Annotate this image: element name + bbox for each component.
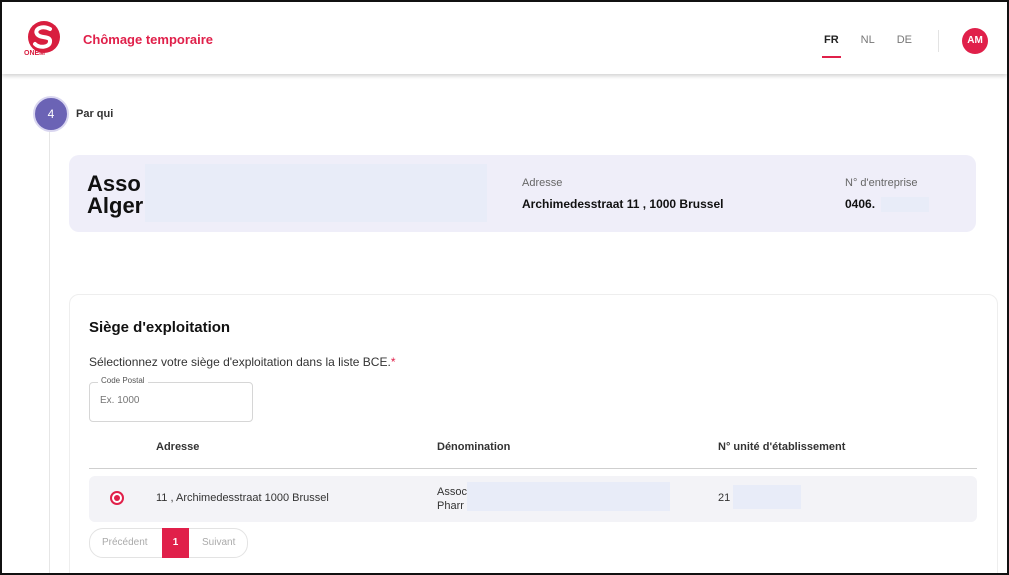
page-1-button[interactable]: 1 — [162, 528, 189, 558]
lang-fr[interactable]: FR — [822, 34, 841, 58]
header: ONEM Chômage temporaire FR NL DE AM — [2, 2, 1007, 74]
logo-text: ONEM — [24, 50, 45, 57]
postal-code-input[interactable] — [100, 395, 240, 406]
enterprise-number-value: 0406. — [845, 197, 876, 211]
user-avatar[interactable]: AM — [962, 28, 988, 54]
lang-de[interactable]: DE — [897, 34, 912, 54]
postal-code-label: Code Postal — [98, 376, 148, 385]
instructions-label: Sélectionnez votre siège d'exploitation … — [89, 355, 391, 369]
address-label: Adresse — [522, 177, 563, 189]
enterprise-number-label: N° d'entreprise — [845, 177, 918, 189]
app-window: ONEM Chômage temporaire FR NL DE AM 4 Pa… — [0, 0, 1009, 575]
company-name: Asso Alger — [87, 173, 147, 217]
row-select-radio[interactable] — [110, 491, 124, 505]
app-title: Chômage temporaire — [83, 32, 214, 47]
row-denomination: Assoc Pharr — [437, 485, 467, 513]
company-summary-card: Asso Alger Adresse Archimedesstraat 11 ,… — [69, 155, 976, 232]
table-header-divider — [89, 468, 977, 469]
language-switcher: FR NL DE — [822, 34, 934, 58]
column-header-unit-number: N° unité d'établissement — [718, 441, 846, 453]
next-page-button[interactable]: Suivant — [202, 537, 235, 548]
operating-site-section: Siège d'exploitation Sélectionnez votre … — [69, 294, 998, 573]
onem-logo[interactable]: ONEM — [20, 20, 68, 62]
row-unit-number: 21 — [718, 492, 731, 504]
step-connector-line — [49, 127, 50, 573]
table-row[interactable]: 11 , Archimedesstraat 1000 Brussel Assoc… — [89, 476, 977, 522]
instructions-text: Sélectionnez votre siège d'exploitation … — [89, 355, 395, 369]
row-denomination-line2: Pharr — [437, 500, 464, 512]
section-title: Siège d'exploitation — [89, 319, 231, 336]
column-header-denomination: Dénomination — [437, 441, 511, 453]
redacted-unit-number — [733, 485, 801, 509]
company-name-line2: Alger — [87, 193, 144, 218]
redacted-denomination — [467, 482, 670, 511]
header-divider — [938, 30, 939, 52]
postal-code-field[interactable]: Code Postal — [89, 376, 253, 422]
row-denomination-line1: Assoc — [437, 486, 467, 498]
redacted-company-name — [145, 164, 487, 222]
step-label: Par qui — [76, 108, 114, 120]
required-marker: * — [390, 355, 396, 369]
address-value: Archimedesstraat 11 , 1000 Brussel — [522, 197, 724, 211]
row-address: 11 , Archimedesstraat 1000 Brussel — [156, 492, 329, 504]
previous-page-button[interactable]: Précédent — [102, 537, 148, 548]
company-name-line1: Asso — [87, 171, 141, 196]
column-header-address: Adresse — [156, 441, 200, 453]
lang-nl[interactable]: NL — [861, 34, 875, 54]
step-number-badge: 4 — [33, 96, 69, 132]
pagination: Précédent 1 Suivant — [89, 528, 248, 558]
redacted-enterprise-number — [881, 197, 929, 212]
